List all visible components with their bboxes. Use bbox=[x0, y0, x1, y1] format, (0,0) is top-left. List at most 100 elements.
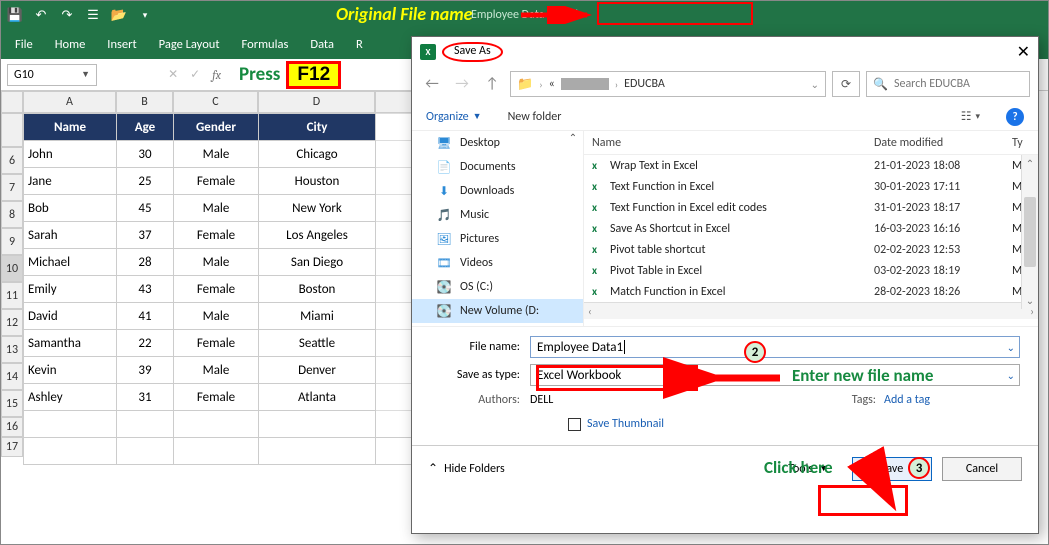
col-head-a[interactable]: A bbox=[23, 91, 116, 113]
col-head-e[interactable] bbox=[375, 91, 415, 113]
hdr-gender[interactable]: Gender bbox=[174, 114, 259, 141]
savetype-dropdown-icon[interactable]: ⌄ bbox=[1007, 369, 1015, 382]
cell[interactable]: Kevin bbox=[24, 357, 117, 384]
fx-icon[interactable]: fx bbox=[212, 68, 221, 82]
organize-button[interactable]: Organize ▼ bbox=[426, 110, 482, 124]
row-head-7[interactable]: 7 bbox=[1, 174, 23, 201]
cancel-formula-icon[interactable]: ✕ bbox=[168, 67, 178, 82]
cell[interactable] bbox=[24, 411, 117, 438]
cell[interactable]: Sarah bbox=[24, 222, 117, 249]
cell[interactable] bbox=[376, 249, 416, 276]
col-head-b[interactable]: B bbox=[116, 91, 173, 113]
up-icon[interactable]: ↑ bbox=[480, 72, 504, 96]
nav-pane[interactable]: ⌃ 🖥Desktop 📄Documents ⬇Downloads 🎵Music … bbox=[412, 131, 584, 326]
open-icon[interactable]: 📂 bbox=[111, 7, 127, 23]
redo-icon[interactable]: ↷ bbox=[59, 7, 75, 23]
savetype-select[interactable]: Excel Workbook ⌄ bbox=[530, 364, 1020, 386]
file-row[interactable]: xText Function in Excel30-01-2023 17:11M bbox=[584, 176, 1038, 197]
cell[interactable]: 39 bbox=[117, 357, 174, 384]
cell[interactable] bbox=[376, 411, 416, 438]
cell[interactable]: Chicago bbox=[259, 141, 376, 168]
cell[interactable]: 37 bbox=[117, 222, 174, 249]
help-icon[interactable]: ? bbox=[1006, 108, 1024, 126]
cell[interactable]: Emily bbox=[24, 276, 117, 303]
file-list-header[interactable]: Name Date modified Ty bbox=[584, 131, 1038, 155]
search-input[interactable]: 🔍 Search EDUCBA bbox=[866, 71, 1030, 97]
cell[interactable]: Seattle bbox=[259, 330, 376, 357]
file-row[interactable]: xSave As Shortcut in Excel16-03-2023 16:… bbox=[584, 218, 1038, 239]
cell[interactable] bbox=[376, 276, 416, 303]
cell[interactable] bbox=[376, 384, 416, 411]
cell[interactable]: Michael bbox=[24, 249, 117, 276]
nav-downloads[interactable]: ⬇Downloads bbox=[412, 179, 583, 203]
cell[interactable] bbox=[376, 357, 416, 384]
cell[interactable]: Miami bbox=[259, 303, 376, 330]
file-row[interactable]: xPivot table shortcut02-02-2023 12:53M bbox=[584, 239, 1038, 260]
cell[interactable] bbox=[117, 411, 174, 438]
cell[interactable]: Denver bbox=[259, 357, 376, 384]
cell[interactable] bbox=[174, 438, 259, 465]
save-thumbnail-checkbox[interactable] bbox=[568, 418, 581, 431]
nav-scroll-up-icon[interactable]: ⌃ bbox=[565, 131, 581, 143]
row-head-17[interactable]: 17 bbox=[1, 437, 23, 457]
cell[interactable]: Jane bbox=[24, 168, 117, 195]
select-all-corner[interactable] bbox=[1, 91, 23, 113]
name-box-dropdown-icon[interactable]: ▼ bbox=[81, 69, 90, 80]
cell[interactable]: 45 bbox=[117, 195, 174, 222]
cancel-button[interactable]: Cancel bbox=[942, 457, 1022, 481]
cell[interactable] bbox=[376, 141, 416, 168]
refresh-icon[interactable]: ⟳ bbox=[832, 71, 860, 97]
tab-insert[interactable]: Insert bbox=[107, 37, 136, 52]
cell[interactable]: Female bbox=[174, 276, 259, 303]
enter-formula-icon[interactable]: ✓ bbox=[190, 67, 200, 82]
cell[interactable]: Male bbox=[174, 141, 259, 168]
tags-value[interactable]: Add a tag bbox=[884, 393, 930, 407]
cell[interactable]: Atlanta bbox=[259, 384, 376, 411]
cell[interactable]: Female bbox=[174, 330, 259, 357]
authors-value[interactable]: DELL bbox=[530, 393, 730, 407]
cell[interactable]: 43 bbox=[117, 276, 174, 303]
nav-os-c[interactable]: 💽OS (C:) bbox=[412, 275, 583, 299]
nav-videos[interactable]: 🎞Videos bbox=[412, 251, 583, 275]
nav-pictures[interactable]: 🖼Pictures bbox=[412, 227, 583, 251]
cell[interactable]: 30 bbox=[117, 141, 174, 168]
cell[interactable] bbox=[376, 438, 416, 465]
cell[interactable]: John bbox=[24, 141, 117, 168]
tab-data[interactable]: Data bbox=[310, 37, 334, 52]
cell[interactable]: 41 bbox=[117, 303, 174, 330]
cell[interactable]: Male bbox=[174, 249, 259, 276]
file-row[interactable]: xMatch Function in Excel28-02-2023 18:26… bbox=[584, 281, 1038, 302]
cell[interactable]: Female bbox=[174, 222, 259, 249]
cell[interactable]: 25 bbox=[117, 168, 174, 195]
cell[interactable]: Male bbox=[174, 195, 259, 222]
nav-desktop[interactable]: 🖥Desktop bbox=[412, 131, 583, 155]
data-table[interactable]: Name Age Gender City John30MaleChicago J… bbox=[23, 113, 416, 465]
file-list-pane[interactable]: Name Date modified Ty xWrap Text in Exce… bbox=[584, 131, 1038, 326]
cell[interactable]: Houston bbox=[259, 168, 376, 195]
cell[interactable]: Bob bbox=[24, 195, 117, 222]
row-head-12[interactable]: 12 bbox=[1, 309, 23, 336]
col-type[interactable]: Ty bbox=[1012, 136, 1038, 150]
col-date[interactable]: Date modified bbox=[874, 136, 1012, 150]
cell-e-hdr[interactable] bbox=[376, 114, 416, 141]
undo-icon[interactable]: ↶ bbox=[33, 7, 49, 23]
breadcrumb[interactable]: 📁 › « . › EDUCBA ⌄ bbox=[510, 71, 826, 97]
hdr-city[interactable]: City bbox=[259, 114, 376, 141]
row-head-6[interactable]: 6 bbox=[1, 147, 23, 174]
nav-documents[interactable]: 📄Documents bbox=[412, 155, 583, 179]
row-head-blank[interactable] bbox=[1, 113, 23, 147]
col-name[interactable]: Name bbox=[592, 136, 874, 150]
touch-mode-icon[interactable]: ☰ bbox=[85, 7, 101, 23]
cell[interactable]: Ashley bbox=[24, 384, 117, 411]
cell[interactable] bbox=[24, 438, 117, 465]
vertical-scrollbar[interactable]: ⌃⌄ bbox=[1021, 155, 1038, 309]
dialog-title-bar[interactable]: X Save As ✕ bbox=[412, 37, 1038, 67]
scrollbar-thumb[interactable] bbox=[1024, 197, 1036, 267]
breadcrumb-dropdown-icon[interactable]: ⌄ bbox=[811, 78, 819, 91]
row-head-14[interactable]: 14 bbox=[1, 363, 23, 390]
row-head-10[interactable]: 10 bbox=[1, 255, 23, 282]
qat-dropdown-icon[interactable]: ▾ bbox=[137, 7, 153, 23]
file-row[interactable]: xPivot Table in Excel03-02-2023 18:19M bbox=[584, 260, 1038, 281]
filename-dropdown-icon[interactable]: ⌄ bbox=[1007, 341, 1015, 354]
cell[interactable] bbox=[117, 438, 174, 465]
